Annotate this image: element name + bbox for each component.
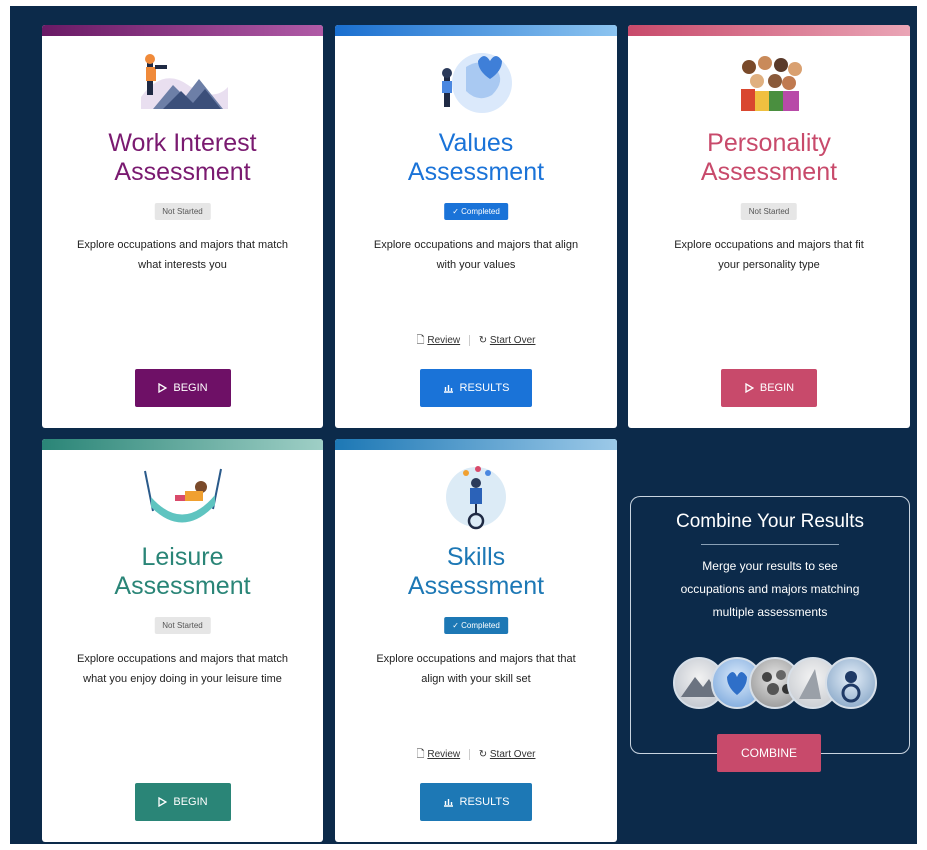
status-badge: Not Started	[740, 203, 798, 220]
status-badge: ✓ Completed	[444, 203, 508, 220]
card-title-line: Assessment	[407, 572, 545, 600]
document-icon: 🗋	[416, 749, 425, 760]
description-line: Explore occupations and majors that fit	[674, 239, 864, 251]
play-icon	[745, 383, 754, 393]
description-line: Explore occupations and majors that matc…	[77, 239, 288, 251]
status-badge: Not Started	[154, 203, 211, 220]
card-stripe	[335, 25, 617, 36]
divider	[701, 544, 839, 545]
card-title-line: Skills	[446, 543, 506, 571]
card-stripe	[42, 439, 323, 450]
card-title-line: Personality	[707, 129, 831, 157]
check-icon: ✓	[452, 621, 462, 630]
description-line: what interests you	[138, 259, 227, 271]
begin-button[interactable]: BEGIN	[134, 783, 231, 821]
card-title-line: Values	[438, 129, 514, 157]
card-description: Explore occupations and majors that matc…	[68, 235, 297, 275]
begin-button[interactable]: BEGIN	[134, 369, 231, 407]
button-label: BEGIN	[173, 796, 208, 808]
card-title-line: Assessment	[407, 158, 545, 186]
button-label: RESULTS	[459, 796, 510, 808]
play-icon	[158, 797, 168, 807]
skills-card: Skills Assessment ✓ Completed Explore oc…	[335, 439, 617, 842]
card-stripe	[42, 25, 323, 36]
card-description: Explore occupations and majors that fit …	[654, 235, 884, 275]
card-title-line: Assessment	[114, 572, 251, 600]
button-label: BEGIN	[759, 382, 795, 394]
personality-card: Personality Assessment Not Started Explo…	[628, 25, 910, 428]
status-badge: Not Started	[154, 617, 211, 634]
globe-heart-illustration	[442, 53, 512, 113]
results-button[interactable]: RESULTS	[420, 369, 532, 407]
leisure-card: Leisure Assessment Not Started Explore o…	[42, 439, 323, 842]
bar-chart-icon	[443, 385, 453, 393]
refresh-icon: ↻	[478, 749, 488, 760]
description-line: with your values	[436, 259, 516, 271]
status-text: Completed	[461, 207, 500, 216]
card-title: Work Interest Assessment	[42, 129, 323, 187]
description-line: Explore occupations and majors that that	[376, 653, 576, 665]
start-over-link[interactable]: Start Over	[490, 749, 536, 760]
hammock-illustration	[143, 468, 222, 523]
description-line: what you enjoy doing in your leisure tim…	[83, 673, 282, 685]
values-card: Values Assessment ✓ Completed Explore oc…	[335, 25, 617, 428]
card-title: Leisure Assessment	[42, 543, 323, 601]
card-title: Values Assessment	[335, 129, 617, 187]
card-title: Personality Assessment	[628, 129, 910, 187]
card-description: Explore occupations and majors that that…	[361, 649, 591, 689]
combine-button[interactable]: COMBINE	[717, 734, 821, 772]
card-description: Explore occupations and majors that alig…	[361, 235, 591, 275]
begin-button[interactable]: BEGIN	[721, 369, 817, 407]
assessment-dashboard: Work Interest Assessment Not Started Exp…	[10, 6, 917, 844]
card-title-line: Assessment	[114, 158, 251, 186]
combine-results-panel: Combine Your Results Merge your results …	[630, 496, 910, 754]
work-interest-card: Work Interest Assessment Not Started Exp…	[42, 25, 323, 428]
binoculars-mountain-illustration	[140, 54, 228, 109]
card-title-line: Leisure	[141, 543, 224, 571]
card-links: 🗋 Review ↻ Start Over	[335, 747, 617, 764]
description-line: occupations and majors matching	[680, 582, 860, 596]
description-line: Merge your results to see	[702, 559, 838, 573]
review-link[interactable]: Review	[427, 335, 460, 346]
card-title-line: Assessment	[700, 158, 838, 186]
link-divider	[468, 748, 470, 760]
status-text: Completed	[461, 621, 500, 630]
status-badge: ✓ Completed	[444, 617, 508, 634]
combine-description: Merge your results to see occupations an…	[631, 555, 909, 624]
unicycle-juggler-illustration	[446, 466, 506, 530]
card-stripe	[335, 439, 617, 450]
check-icon: ✓	[452, 207, 462, 216]
start-over-link[interactable]: Start Over	[490, 335, 536, 346]
link-divider	[468, 334, 470, 346]
card-stripe	[628, 25, 910, 36]
description-line: Explore occupations and majors that alig…	[373, 239, 579, 251]
description-line: Explore occupations and majors that matc…	[77, 653, 288, 665]
refresh-icon: ↻	[478, 335, 488, 346]
group-of-people-illustration	[741, 56, 802, 111]
skills-thumbnail	[825, 657, 877, 709]
button-label: RESULTS	[459, 382, 510, 394]
card-links: 🗋 Review ↻ Start Over	[335, 333, 617, 350]
review-link[interactable]: Review	[427, 749, 460, 760]
assessment-thumbnails	[673, 657, 877, 709]
description-line: your personality type	[718, 259, 820, 271]
card-title-line: Work Interest	[108, 129, 257, 157]
description-line: multiple assessments	[712, 605, 828, 619]
button-label: BEGIN	[173, 382, 208, 394]
document-icon: 🗋	[416, 335, 425, 346]
combine-title: Combine Your Results	[676, 511, 864, 532]
bar-chart-icon	[443, 799, 453, 807]
card-description: Explore occupations and majors that matc…	[68, 649, 297, 689]
play-icon	[158, 383, 168, 393]
description-line: align with your skill set	[421, 673, 531, 685]
card-title: Skills Assessment	[335, 543, 617, 601]
results-button[interactable]: RESULTS	[420, 783, 532, 821]
